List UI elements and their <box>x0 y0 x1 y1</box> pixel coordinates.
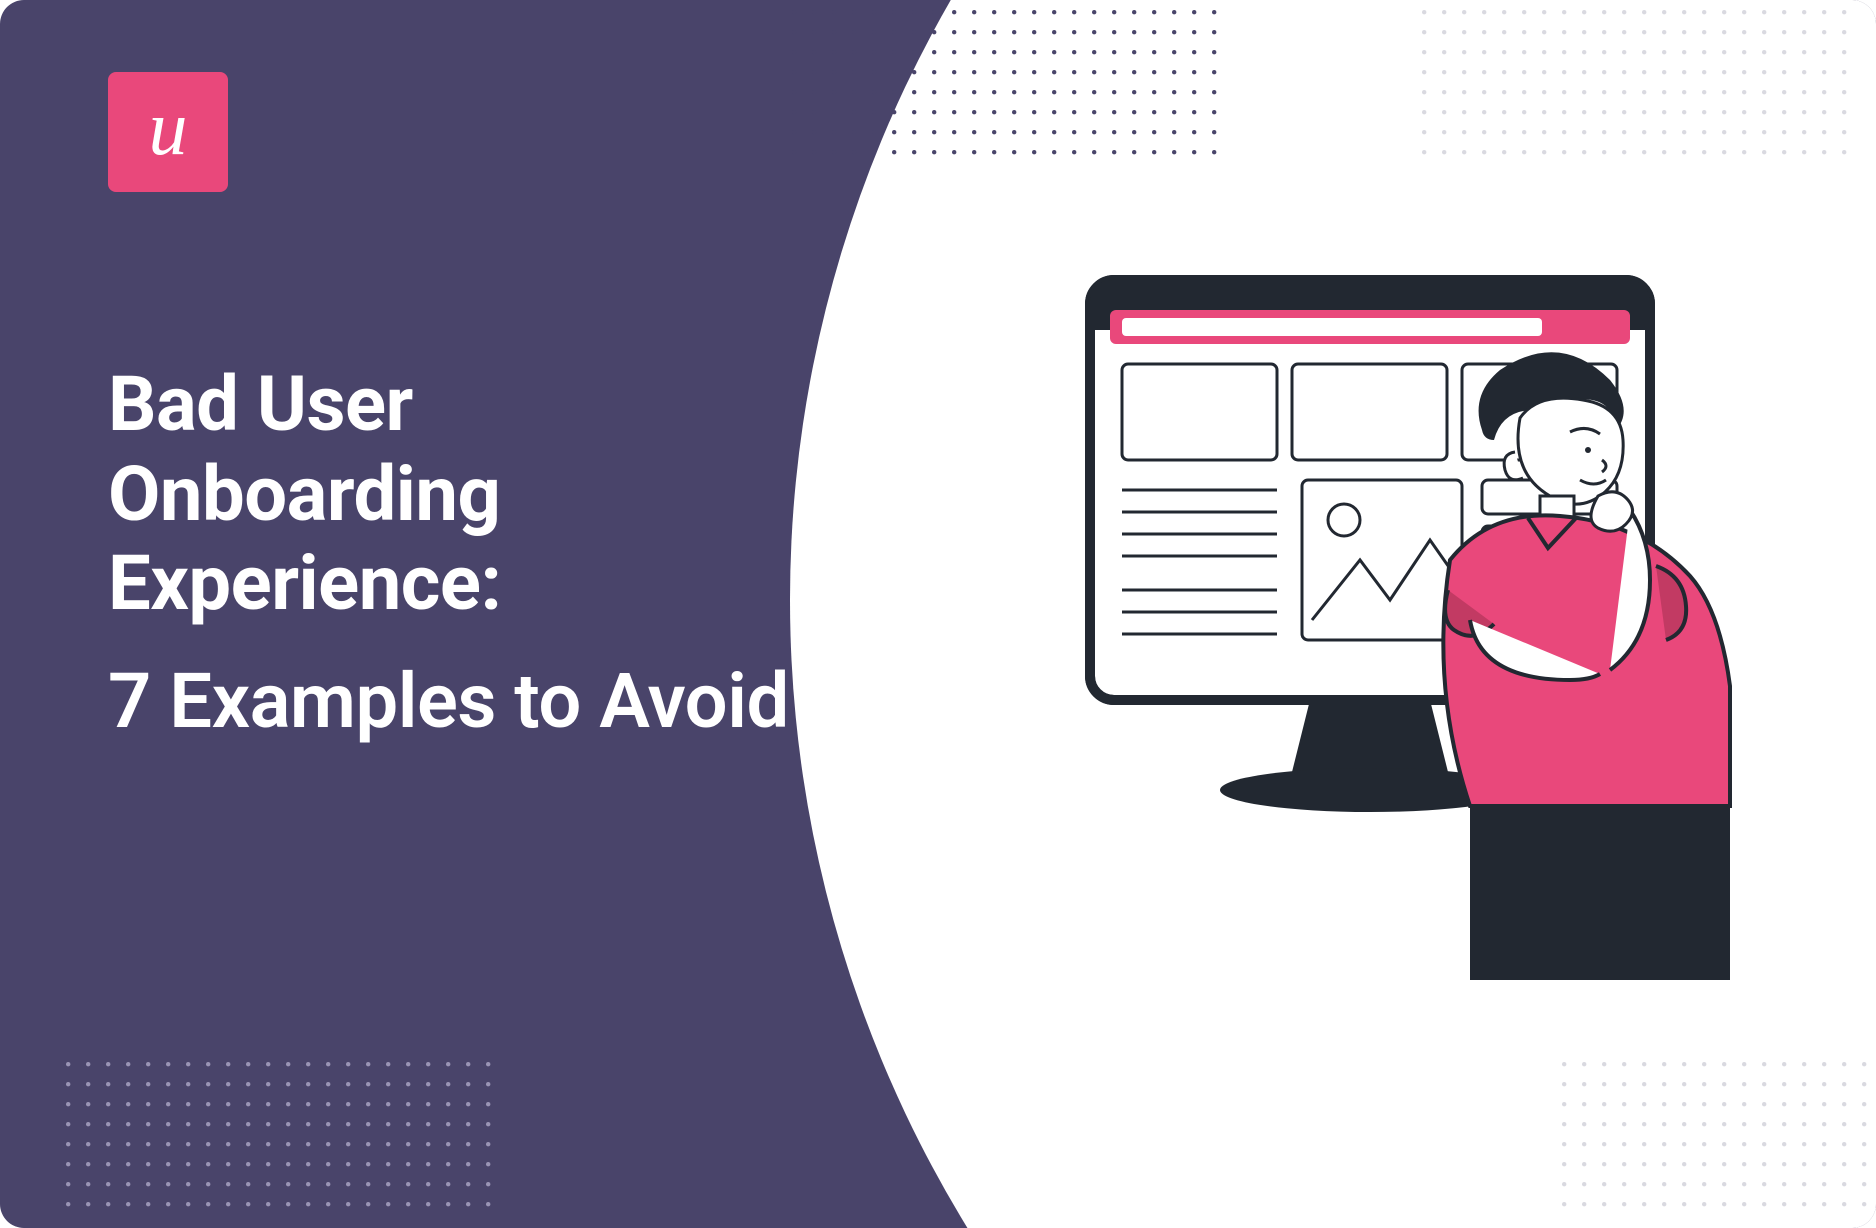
title-block: Bad User Onboarding Experience: 7 Exampl… <box>108 360 789 747</box>
title-line-3: Experience: <box>108 539 789 629</box>
title-line-2: Onboarding <box>108 450 789 540</box>
brand-logo: u <box>108 72 228 192</box>
subtitle-line: 7 Examples to Avoid <box>108 657 789 747</box>
hero-illustration <box>1050 260 1770 980</box>
logo-letter: u <box>149 89 188 167</box>
title-line-1: Bad User <box>108 360 789 450</box>
blog-cover: u Bad User Onboarding Experience: 7 Exam… <box>0 0 1876 1228</box>
